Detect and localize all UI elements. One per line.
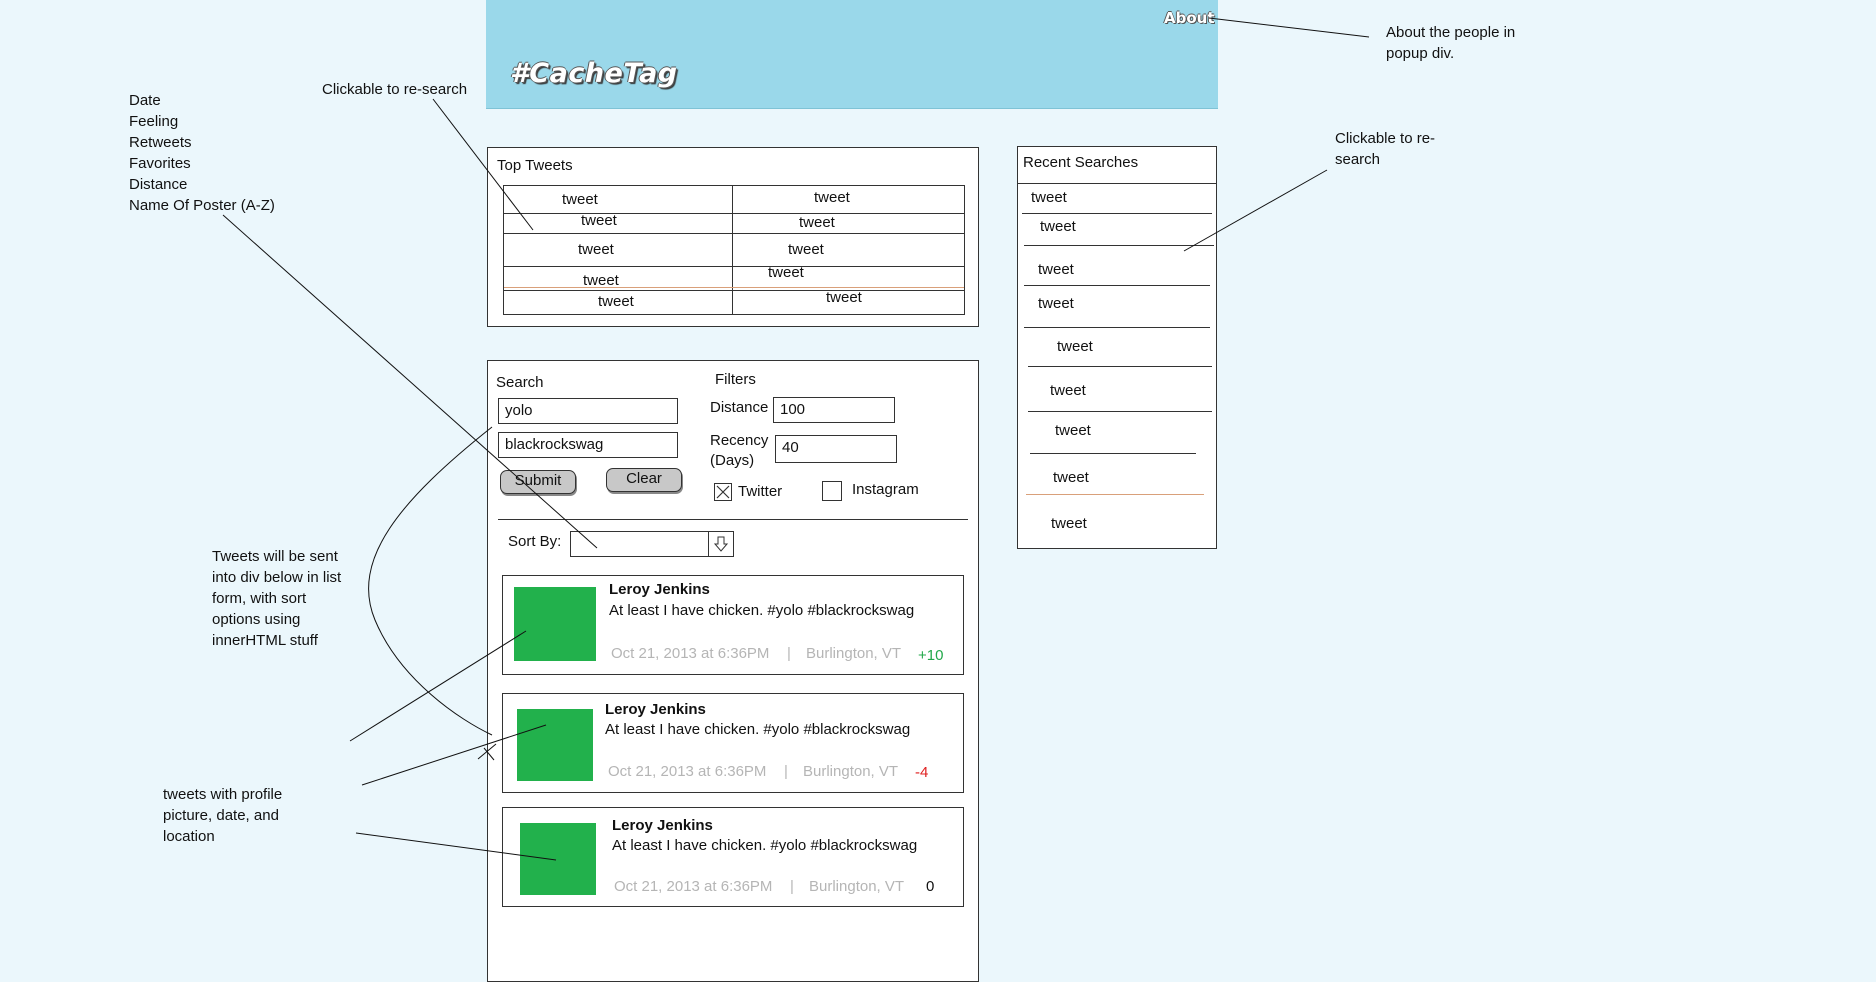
clickable-right-annotation-line	[1183, 169, 1328, 252]
tweets-list-annotation-line	[368, 426, 493, 736]
tweet-card-annotation-line-1	[349, 630, 527, 742]
tweet-card-annotation-line-3	[355, 832, 557, 861]
annotation-lines	[222, 17, 1370, 861]
tweet-card-annotation-line-2	[361, 724, 547, 786]
about-annotation-line	[1208, 17, 1370, 38]
clickable-top-annotation-line	[432, 98, 534, 231]
sort-annotation-line	[222, 214, 598, 549]
